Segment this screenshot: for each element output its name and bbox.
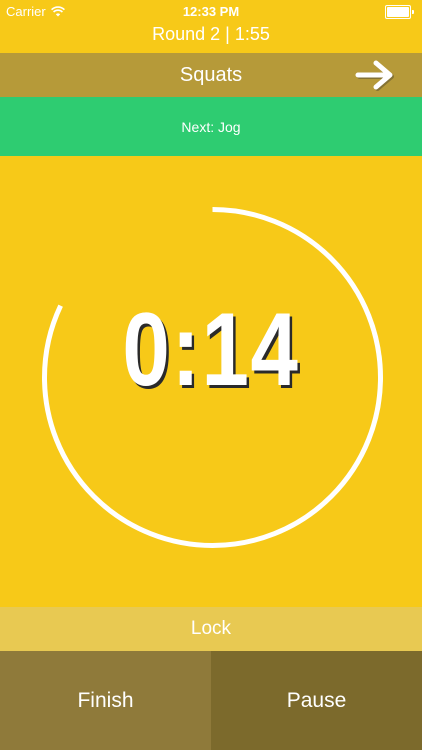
countdown-timer: 0:14 <box>122 292 300 408</box>
pause-button[interactable]: Pause <box>211 651 422 750</box>
battery-tip <box>412 10 414 14</box>
status-bar: Carrier 12:33 PM <box>0 0 422 22</box>
next-exercise-label: Next: Jog <box>181 119 241 135</box>
status-time: 12:33 PM <box>182 4 240 19</box>
current-exercise-bar: Squats <box>0 53 422 97</box>
workout-screen: Carrier 12:33 PM Round 2 | 1:55 Squats N… <box>0 0 422 750</box>
finish-button[interactable]: Finish <box>0 651 211 750</box>
battery-fill <box>387 7 409 17</box>
arrow-right-icon[interactable] <box>354 58 398 92</box>
next-exercise-bar: Next: Jog <box>0 97 422 156</box>
round-info: Round 2 | 1:55 <box>152 24 270 44</box>
battery-body <box>385 5 411 19</box>
lock-button[interactable]: Lock <box>0 607 422 651</box>
battery-icon <box>385 5 414 19</box>
